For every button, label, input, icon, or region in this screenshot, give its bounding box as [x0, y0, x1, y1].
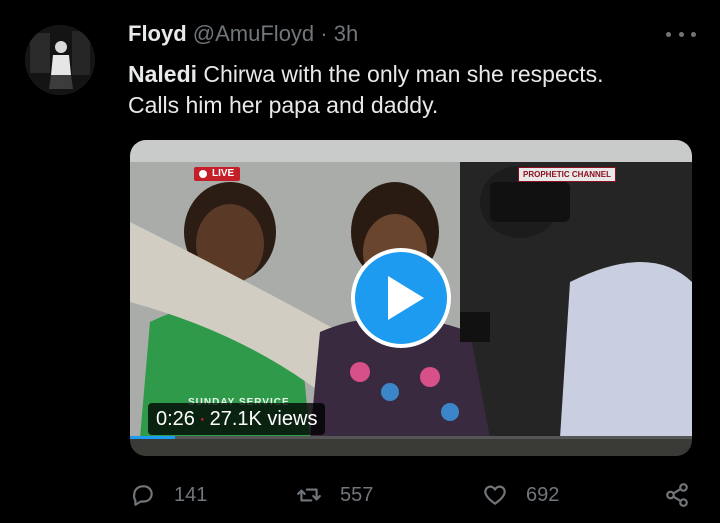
video-progress-fill	[130, 436, 175, 439]
tweet-text-bold: Naledi	[128, 61, 198, 87]
tweet-text: Naledi Chirwa with the only man she resp…	[128, 59, 688, 121]
video-player[interactable]: LIVE PROPHETIC CHANNEL SUNDAY SERVICE 0:…	[130, 140, 692, 456]
reply-icon	[132, 485, 153, 506]
retweet-count: 557	[340, 483, 374, 506]
video-views: 27.1K views	[209, 408, 318, 430]
tweet-text-line2: Calls him her papa and daddy.	[128, 92, 439, 118]
share-button[interactable]	[664, 475, 708, 515]
tweet-time[interactable]: 3h	[334, 21, 358, 46]
tweet-header: Floyd @AmuFloyd · 3h	[128, 20, 358, 48]
video-duration: 0:26	[156, 408, 195, 430]
separator-dot: ·	[320, 21, 328, 46]
reply-count: 141	[174, 483, 208, 506]
overlay-separator: ·	[198, 408, 206, 430]
live-badge: LIVE	[194, 167, 241, 181]
more-icon[interactable]	[666, 22, 696, 46]
author-handle[interactable]: @AmuFloyd	[193, 21, 314, 46]
video-letterbox-bottom	[130, 438, 692, 456]
video-info-overlay: 0:26 · 27.1K views	[148, 403, 326, 435]
video-progress-bar[interactable]	[130, 436, 692, 439]
author-name[interactable]: Floyd	[128, 21, 187, 46]
tweet[interactable]: Floyd @AmuFloyd · 3h Naledi Chirwa with …	[0, 0, 720, 523]
video-letterbox-top	[130, 140, 692, 162]
retweet-icon	[297, 488, 321, 502]
like-icon	[484, 485, 506, 505]
share-icon	[666, 483, 688, 507]
retweet-button[interactable]: 557	[296, 475, 373, 515]
avatar[interactable]	[25, 25, 95, 95]
tweet-text-line1: Chirwa with the only man she respects.	[197, 61, 604, 87]
action-bar: 141 557 692	[0, 475, 720, 515]
reply-button[interactable]: 141	[130, 475, 207, 515]
play-icon	[388, 276, 424, 320]
play-button[interactable]	[351, 248, 451, 348]
channel-logo: PROPHETIC CHANNEL	[518, 167, 617, 182]
like-button[interactable]: 692	[482, 475, 559, 515]
like-count: 692	[526, 483, 560, 506]
